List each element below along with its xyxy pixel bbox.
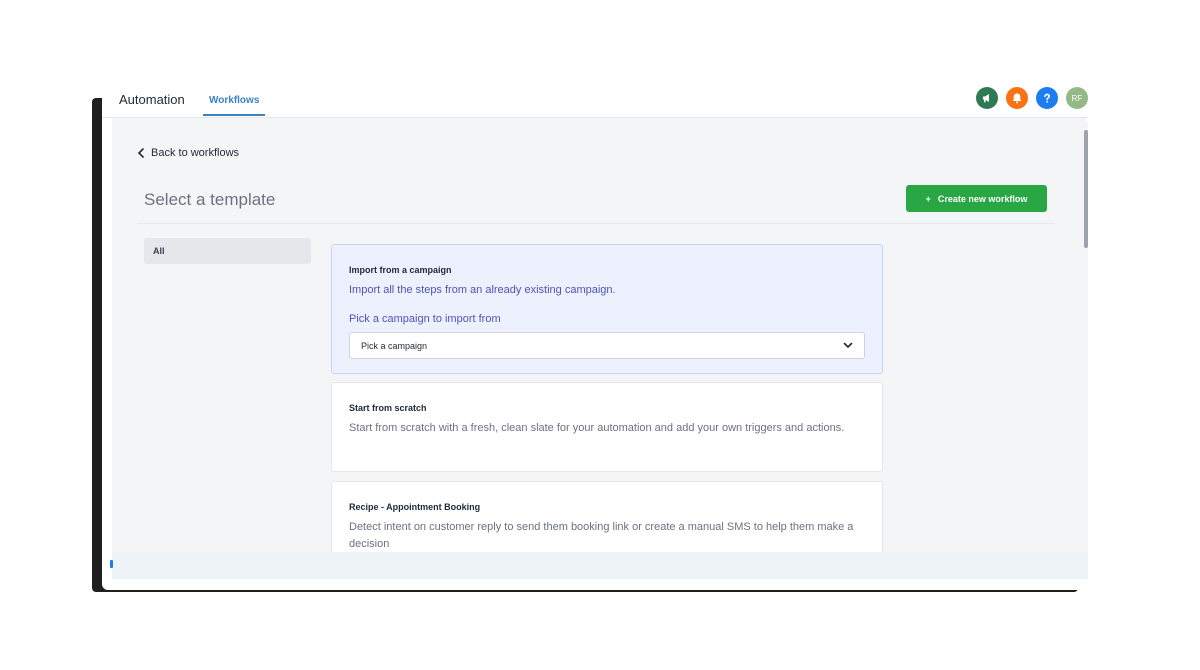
back-to-workflows-link[interactable]: Back to workflows xyxy=(137,147,239,159)
template-card-appointment-booking[interactable]: Recipe - Appointment Booking Detect inte… xyxy=(331,481,883,561)
bell-icon[interactable] xyxy=(1006,87,1028,109)
template-title: Import from a campaign xyxy=(349,265,452,275)
template-description: Import all the steps from an already exi… xyxy=(349,284,616,296)
template-card-start-from-scratch[interactable]: Start from scratch Start from scratch wi… xyxy=(331,382,883,472)
chevron-down-icon xyxy=(843,342,853,349)
bottom-indicator xyxy=(110,560,113,568)
plus-icon: + xyxy=(925,193,931,204)
top-navigation-bar: Automation Workflows RF xyxy=(102,82,1088,118)
back-link-label: Back to workflows xyxy=(151,147,240,159)
create-new-workflow-button[interactable]: + Create new workflow xyxy=(906,185,1047,212)
chevron-left-icon xyxy=(137,148,144,158)
campaign-select-value: Pick a campaign xyxy=(361,340,428,351)
create-button-label: Create new workflow xyxy=(937,193,1028,204)
megaphone-icon[interactable] xyxy=(976,87,998,109)
app-window: Automation Workflows RF Back to workflow… xyxy=(102,82,1088,590)
template-card-import-campaign[interactable]: Import from a campaign Import all the st… xyxy=(331,244,883,374)
template-title: Recipe - Appointment Booking xyxy=(349,502,481,512)
user-avatar[interactable]: RF xyxy=(1066,87,1088,109)
campaign-select[interactable]: Pick a campaign xyxy=(349,332,865,359)
help-icon[interactable] xyxy=(1036,87,1058,109)
header-icons: RF xyxy=(976,87,1088,109)
campaign-picker-label: Pick a campaign to import from xyxy=(349,313,501,325)
app-title: Automation xyxy=(119,92,185,107)
sidebar-item-all[interactable]: All xyxy=(144,238,311,264)
header-divider xyxy=(137,223,1055,224)
page-title: Select a template xyxy=(144,190,276,209)
template-description: Detect intent on customer reply to send … xyxy=(349,521,854,550)
bottom-bar xyxy=(112,552,1088,579)
scrollbar-thumb[interactable] xyxy=(1084,130,1088,248)
template-title: Start from scratch xyxy=(349,403,427,413)
tab-workflows[interactable]: Workflows xyxy=(203,82,266,116)
template-description: Start from scratch with a fresh, clean s… xyxy=(349,422,845,434)
main-content: Back to workflows Select a template + Cr… xyxy=(112,118,1086,561)
